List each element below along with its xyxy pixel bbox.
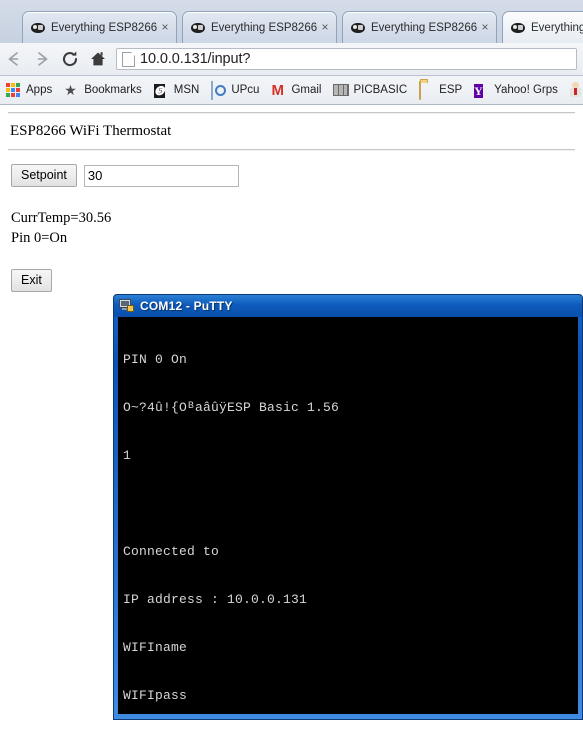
tab-close-icon[interactable]: ×: [318, 20, 332, 35]
bookmark-dilbert[interactable]: Dilb: [569, 80, 583, 100]
bookmark-label: UPcu: [231, 84, 260, 96]
page-title: ESP8266 WiFi Thermostat: [10, 123, 172, 139]
browser-toolbar: 10.0.0.131/input?: [0, 43, 583, 76]
browser-tab-strip: Everything ESP8266 - × Everything ESP826…: [0, 0, 583, 43]
upcu-icon: [211, 81, 227, 100]
gmail-m-icon: M: [271, 82, 284, 99]
setpoint-input[interactable]: [83, 164, 239, 187]
terminal-line: Connected to: [123, 544, 220, 559]
bookmark-label: ESP: [439, 84, 463, 96]
browser-tab-4[interactable]: Everything: [502, 11, 583, 43]
setpoint-form: Setpoint: [0, 151, 583, 187]
bookmarks-bar: Apps ★ Bookmarks ❺ MSN UPcu M Gmail PICB…: [0, 76, 583, 105]
tab-close-icon[interactable]: ×: [478, 20, 492, 35]
browser-tab-2[interactable]: Everything ESP8266 - ×: [182, 11, 337, 43]
home-icon[interactable]: [84, 45, 112, 73]
putty-terminal-output: PIN 0 On O~?4û!{OᴮаâûÿESP Basic 1.56 1 C…: [118, 317, 578, 714]
exit-row: Exit: [0, 248, 583, 292]
dilbert-icon: [569, 82, 583, 98]
terminal-line: PIN 0 On: [123, 352, 188, 367]
bookmark-label: Yahoo! Grps: [494, 84, 558, 96]
putty-window-title: COM12 - PuTTY: [140, 299, 233, 313]
browser-tab-3[interactable]: Everything ESP8266 - ×: [342, 11, 497, 43]
url-text: 10.0.0.131/input?: [140, 51, 251, 67]
terminal-line: 1: [123, 448, 132, 463]
folder-icon: [419, 81, 435, 100]
status-readout: CurrTemp=30.56 Pin 0=On: [0, 187, 583, 248]
tab-title: Everything ESP8266 -: [211, 21, 318, 34]
reload-icon[interactable]: [56, 45, 84, 73]
bookmark-label: Gmail: [291, 84, 322, 96]
tab-title: Everything ESP8266 -: [51, 21, 158, 34]
esp8266-forum-favicon: [30, 20, 46, 36]
browser-tab-1[interactable]: Everything ESP8266 - ×: [22, 11, 177, 43]
tab-title: Everything ESP8266 -: [371, 21, 478, 34]
terminal-line: O~?4û!{OᴮаâûÿESP Basic 1.56: [123, 400, 340, 415]
picbasic-icon: [333, 82, 350, 98]
exit-button[interactable]: Exit: [11, 269, 52, 292]
yahoo-icon: Y: [474, 84, 483, 98]
tab-close-icon[interactable]: ×: [158, 20, 172, 35]
putty-terminal-screen[interactable]: PIN 0 On O~?4û!{OᴮаâûÿESP Basic 1.56 1 C…: [118, 317, 578, 714]
bookmark-yahoo-grps[interactable]: Y Yahoo! Grps: [474, 80, 558, 100]
bookmark-label: PICBASIC: [353, 84, 408, 96]
bookmark-picbasic[interactable]: PICBASIC: [333, 80, 407, 100]
esp8266-forum-favicon: [190, 20, 206, 36]
msn-icon: ❺: [153, 84, 165, 98]
tab-title: Everything: [531, 21, 583, 34]
bookmark-esp[interactable]: ESP: [419, 80, 462, 100]
bookmark-bookmarks[interactable]: ★ Bookmarks: [64, 80, 142, 100]
terminal-line: WIFIname: [123, 640, 188, 655]
esp8266-forum-favicon: [510, 20, 526, 36]
bookmark-msn[interactable]: ❺ MSN: [153, 80, 200, 100]
terminal-line: IP address : 10.0.0.131: [123, 592, 308, 607]
bookmark-apps[interactable]: Apps: [6, 80, 52, 100]
putty-title-bar[interactable]: COM12 - PuTTY: [114, 295, 582, 317]
forward-arrow-icon[interactable]: [28, 45, 56, 73]
bookmark-label: Bookmarks: [84, 84, 142, 96]
back-arrow-icon[interactable]: [0, 45, 28, 73]
putty-window[interactable]: COM12 - PuTTY PIN 0 On O~?4û!{OᴮаâûÿESP …: [113, 294, 583, 720]
current-temperature-line: CurrTemp=30.56: [11, 210, 112, 226]
address-bar[interactable]: 10.0.0.131/input?: [116, 48, 577, 70]
setpoint-button[interactable]: Setpoint: [11, 164, 77, 187]
bookmark-upcu[interactable]: UPcu: [211, 80, 259, 100]
page-document-icon: [122, 51, 135, 67]
browser-window: Everything ESP8266 - × Everything ESP826…: [0, 0, 583, 105]
putty-terminal-icon: [119, 298, 135, 314]
bookmark-label: MSN: [173, 84, 200, 96]
apps-grid-icon: [6, 82, 22, 98]
star-icon: ★: [64, 82, 77, 98]
bookmark-gmail[interactable]: M Gmail: [271, 80, 321, 100]
bookmark-label: Apps: [26, 84, 53, 96]
terminal-line: WIFIpass: [123, 688, 188, 703]
esp8266-forum-favicon: [350, 20, 366, 36]
pin-state-line: Pin 0=On: [11, 230, 68, 246]
